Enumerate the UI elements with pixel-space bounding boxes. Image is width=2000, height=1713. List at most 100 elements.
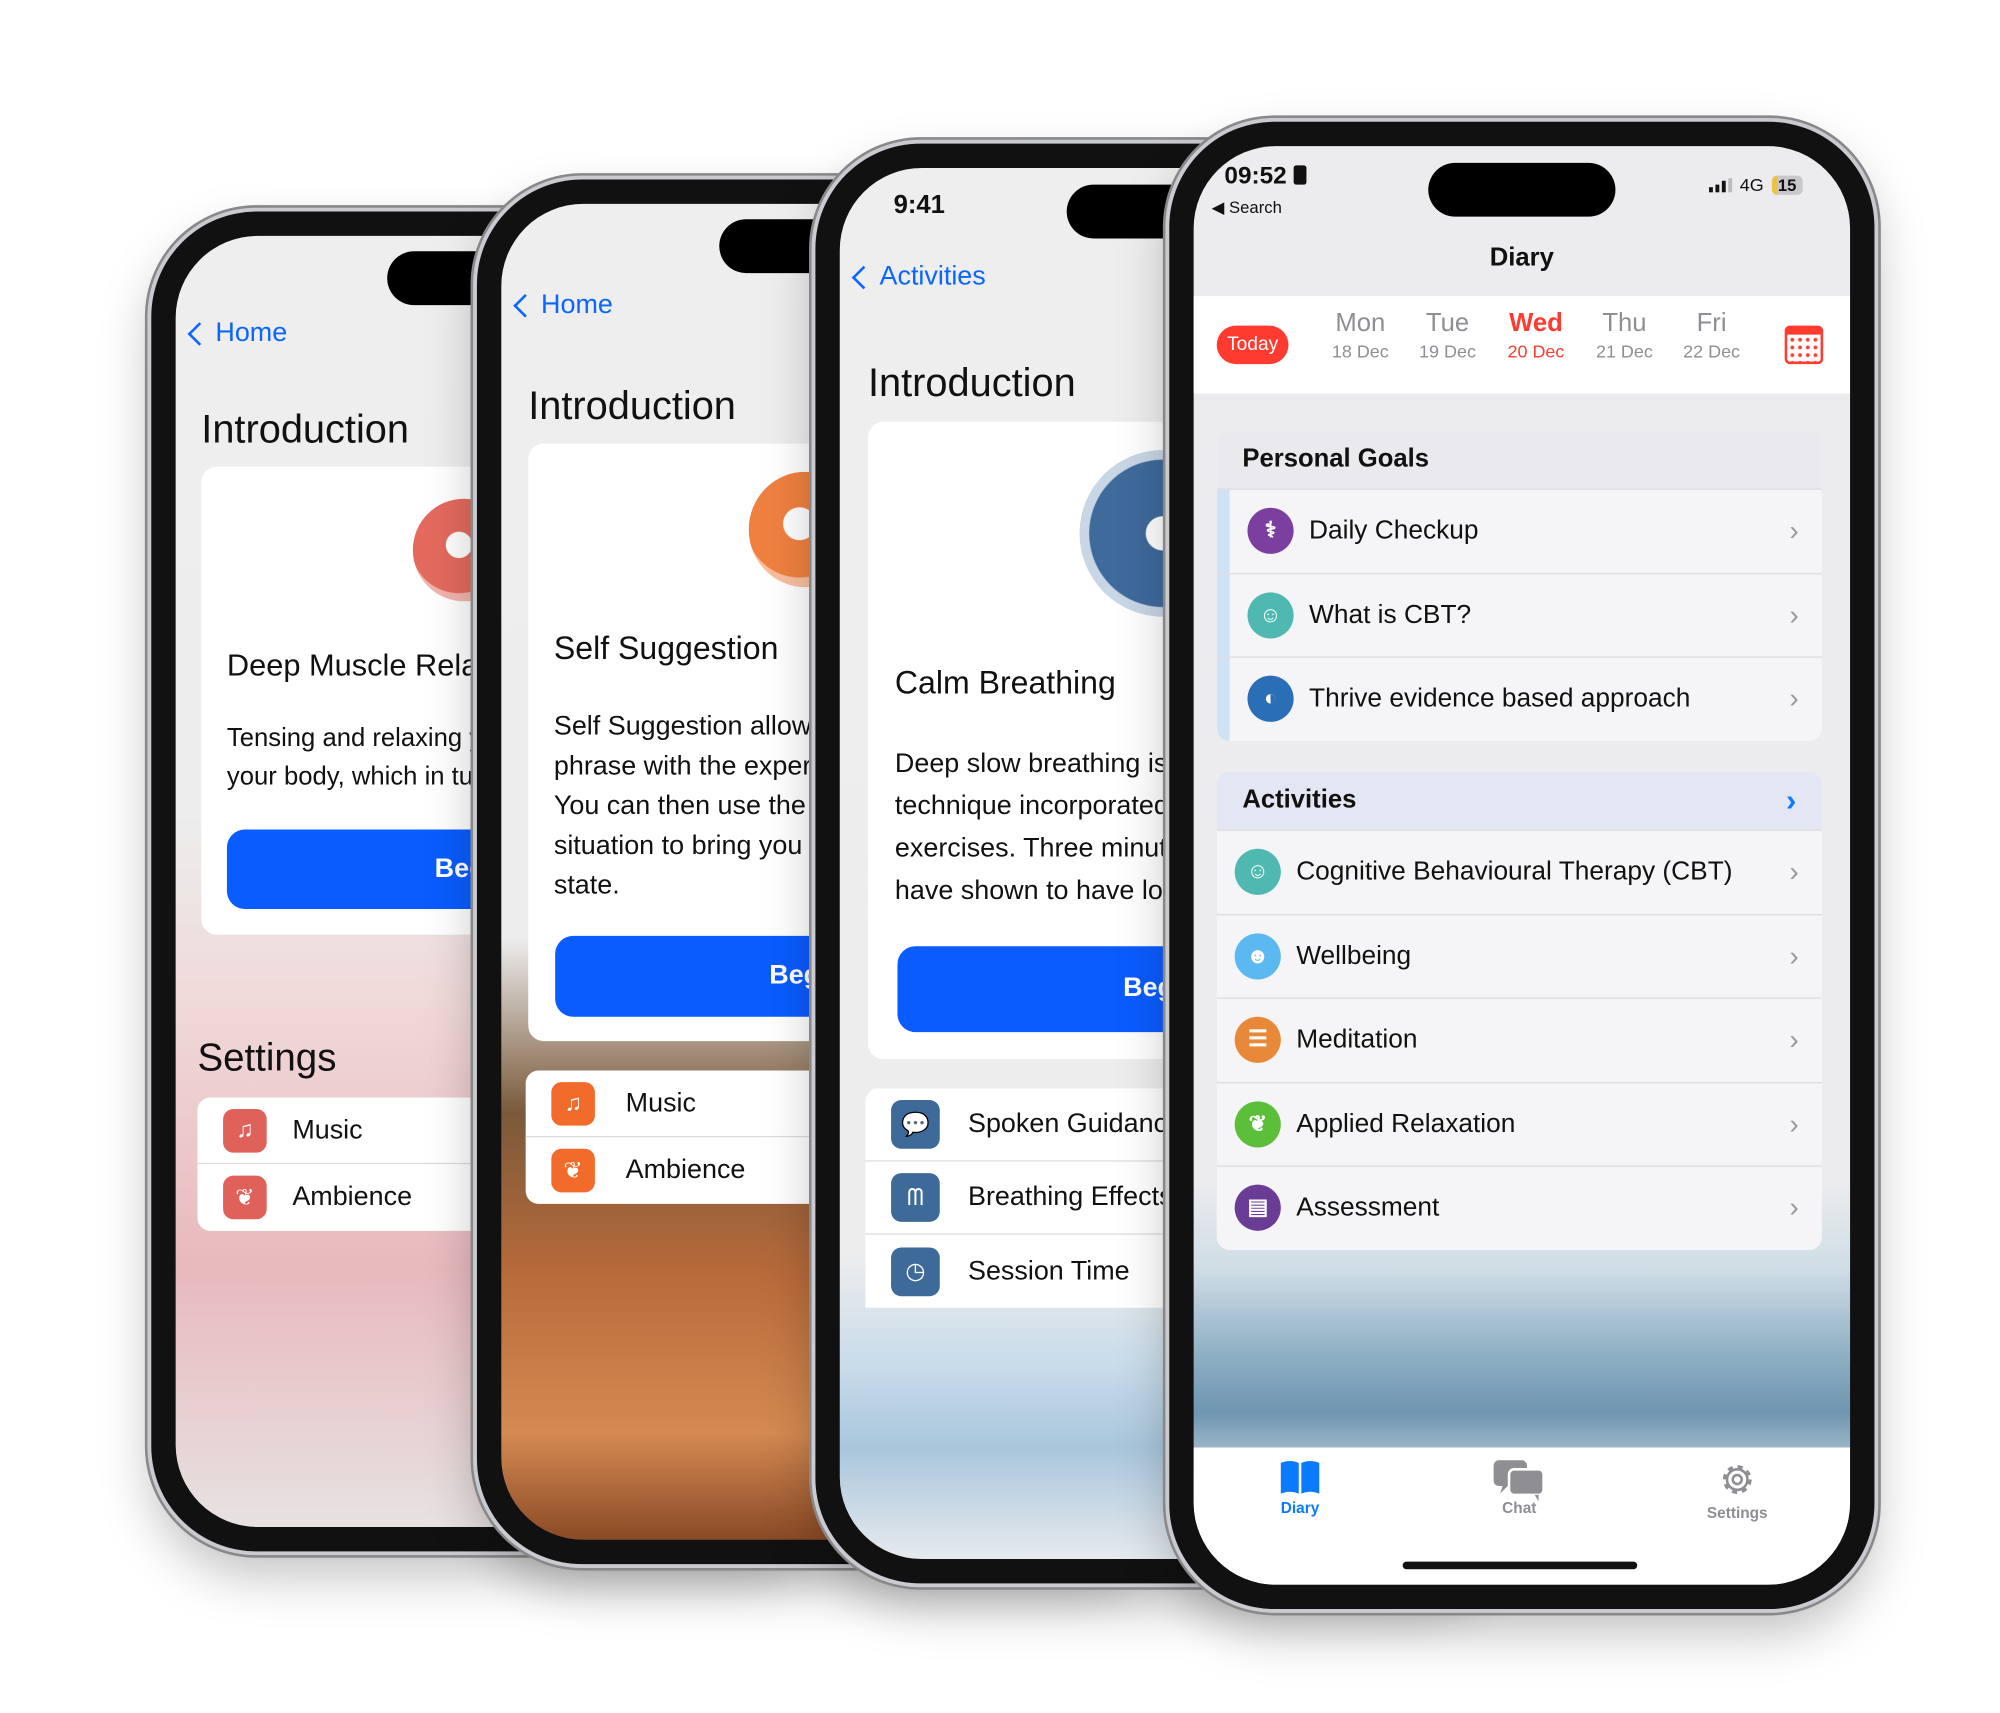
list-item-applied-relaxation[interactable]: ❦ Applied Relaxation › [1216, 1081, 1822, 1165]
description-line: Tensing and relaxing yo [226, 724, 497, 753]
activity-description: Tensing and relaxing yo your body, which… [227, 719, 496, 796]
chevron-right-icon: › [1789, 939, 1799, 972]
accent-bar [1216, 657, 1230, 741]
section-heading: Introduction [528, 383, 736, 429]
status-time: 9:41 [893, 191, 945, 220]
list-item-assessment[interactable]: ▤ Assessment › [1216, 1165, 1822, 1249]
leaf-icon: ❦ [1234, 1101, 1281, 1148]
music-note-icon: ♫ [551, 1081, 595, 1126]
list-item-what-is-cbt[interactable]: ☺ What is CBT? › [1216, 572, 1822, 657]
day-name: Tue [1425, 308, 1470, 338]
phone-diary: 09:52 ◀ Search 4G 15 Diary Today Mon 18 D… [1169, 121, 1875, 1610]
back-button[interactable]: Home [187, 317, 288, 349]
chevron-left-icon [513, 293, 537, 317]
row-label: Applied Relaxation [1296, 1108, 1516, 1139]
list-item-daily-checkup[interactable]: ⚕ Daily Checkup › [1216, 488, 1822, 573]
activity-title: Calm Breathing [894, 665, 1116, 702]
accent-bar [1216, 489, 1230, 573]
chevron-right-icon: › [1789, 1191, 1799, 1224]
back-label: Activities [879, 261, 986, 292]
battery-icon: 15 [1771, 175, 1803, 195]
tab-chat[interactable]: Chat [1455, 1459, 1583, 1517]
stethoscope-icon: ⚕ [1247, 508, 1294, 555]
day-date: 22 Dec [1683, 341, 1741, 362]
description-line: have shown to have lon [894, 875, 1178, 906]
activity-description: Deep slow breathing is technique incorpo… [895, 742, 1178, 911]
description-line: You can then use the w [553, 791, 833, 821]
chevron-right-icon: › [1789, 682, 1799, 715]
day-wed[interactable]: Wed 20 Dec [1485, 309, 1588, 362]
description-line: Self Suggestion allows [553, 711, 825, 742]
head-icon: ☺ [1234, 849, 1281, 896]
row-label: Music [625, 1087, 696, 1118]
row-label: Breathing Effects [967, 1182, 1173, 1212]
back-app-label: Search [1229, 197, 1282, 217]
activities-card: Activities › ☺ Cognitive Behavioural Thera… [1216, 771, 1822, 1250]
settings-heading: Settings [197, 1037, 337, 1080]
begin-label: Beg [769, 960, 821, 990]
begin-label: Beg [1123, 973, 1175, 1003]
list-item-wellbeing[interactable]: ☻ Wellbeing › [1216, 913, 1822, 997]
row-label: Meditation [1296, 1024, 1418, 1055]
personal-goals-heading: Personal Goals [1216, 430, 1822, 489]
day-name: Fri [1696, 308, 1727, 338]
network-label: 4G [1739, 174, 1764, 195]
back-label: Home [215, 317, 288, 348]
leaf-icon: ❦ [551, 1148, 595, 1193]
activities-heading[interactable]: Activities › [1216, 771, 1822, 830]
row-label: Session Time [967, 1255, 1130, 1286]
person-badge-icon [1293, 165, 1307, 185]
back-button[interactable]: Activities [851, 261, 986, 293]
heading-label: Activities [1242, 785, 1357, 815]
time-label: 09:52 [1224, 162, 1287, 190]
list-item-cognitive-behavioural-therapy-cbt[interactable]: ☺ Cognitive Behavioural Therapy (CBT) › [1216, 829, 1822, 914]
clipboard-icon: ▤ [1234, 1184, 1281, 1232]
description-line: state. [553, 870, 620, 901]
day-tue[interactable]: Tue 19 Dec [1396, 309, 1499, 362]
back-to-app[interactable]: ◀ Search [1212, 197, 1282, 218]
back-button[interactable]: Home [513, 289, 613, 321]
home-indicator[interactable] [1402, 1561, 1638, 1570]
tab-label: Settings [1706, 1503, 1768, 1522]
day-date: 19 Dec [1419, 341, 1476, 362]
head-icon: ☺ [1247, 592, 1294, 639]
chevron-left-icon [851, 265, 876, 289]
today-button[interactable]: Today [1216, 325, 1289, 365]
gear-icon [1722, 1465, 1752, 1494]
timer-icon: ◷ [891, 1246, 940, 1296]
activity-title: Self Suggestion [553, 630, 779, 667]
list-item-thrive-evidence-based-approach[interactable]: ◐ Thrive evidence based approach › [1216, 656, 1822, 741]
day-date: 20 Dec [1507, 341, 1565, 362]
day-fri[interactable]: Fri 22 Dec [1660, 309, 1763, 362]
tab-diary[interactable]: Diary [1236, 1459, 1364, 1517]
row-label: What is CBT? [1309, 599, 1472, 630]
heading-label: Personal Goals [1242, 444, 1430, 474]
calendar-icon[interactable] [1784, 325, 1824, 365]
stones-icon: ☰ [1234, 1017, 1281, 1064]
row-label: Music [292, 1114, 363, 1145]
tab-label: Chat [1502, 1498, 1537, 1517]
chevron-right-icon: › [1789, 598, 1799, 631]
thrive-logo-icon: ◐ [1247, 675, 1294, 723]
chevron-right-icon: › [1789, 855, 1799, 888]
chevron-left-icon [187, 321, 212, 346]
tab-settings[interactable]: Settings [1673, 1459, 1801, 1522]
row-label: Ambience [625, 1155, 746, 1185]
activity-description: Self Suggestion allows phrase with the e… [554, 706, 833, 905]
status-time: 09:52 [1224, 162, 1307, 191]
personal-goals-card: Personal Goals ⚕ Daily Checkup › ☺ What is C… [1216, 430, 1822, 741]
chat-bubbles-icon [1493, 1460, 1545, 1502]
list-item-meditation[interactable]: ☰ Meditation › [1216, 997, 1822, 1081]
section-heading: Introduction [201, 406, 409, 452]
description-line: technique incorporated [894, 791, 1169, 821]
row-label: Daily Checkup [1309, 515, 1479, 546]
signal-icon [1709, 177, 1733, 192]
leaf-icon: ❦ [223, 1175, 267, 1220]
tab-label: Diary [1280, 1498, 1320, 1517]
activity-title: Deep Muscle Relax [226, 648, 494, 684]
row-label: Assessment [1296, 1192, 1440, 1223]
back-label: Home [541, 289, 613, 320]
row-label: Wellbeing [1296, 940, 1412, 971]
description-line: situation to bring you b [553, 830, 825, 861]
row-label: Ambience [292, 1182, 413, 1212]
